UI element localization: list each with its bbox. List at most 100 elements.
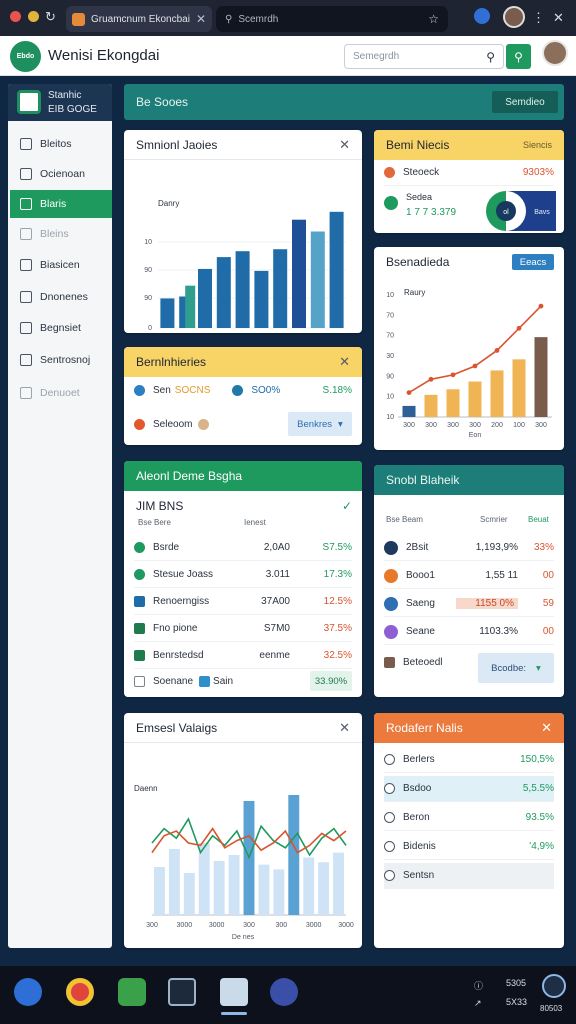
search-input[interactable]: Semegrdh ⚲ — [344, 44, 504, 69]
start-icon[interactable] — [14, 978, 42, 1006]
metric-row[interactable]: Berlers 150,5% — [384, 747, 554, 773]
section-action-button[interactable]: Semdieo — [492, 91, 558, 113]
table-row[interactable]: Fno pione S7M0 37.5% — [134, 616, 352, 642]
list-item[interactable]: Booo1 1,55 11 00 — [384, 563, 554, 589]
tray-help-icon[interactable]: ⓘ — [474, 979, 483, 992]
bar — [235, 251, 250, 328]
user-avatar[interactable] — [542, 40, 568, 66]
close-icon[interactable]: ✕ — [339, 137, 350, 153]
sidebar-item-1[interactable]: Bleitos — [10, 130, 112, 158]
bar — [310, 231, 325, 328]
tray-network-icon[interactable]: ↗ — [474, 998, 482, 1009]
table-row[interactable]: Stesue Joass 3.011 17.3% — [134, 562, 352, 588]
minimize-window-icon[interactable] — [28, 11, 39, 22]
info-icon — [134, 384, 145, 396]
app-title: Wenisi Ekongdai — [48, 47, 160, 64]
list-item[interactable]: 2Bsit 1,193,9% 33% — [384, 535, 554, 561]
y-tick-label: 10 — [386, 292, 394, 299]
list-select[interactable]: Bcodbe: ▾ — [478, 653, 554, 683]
filter-row: Sen SOCNS SO0% S.18% — [134, 377, 352, 403]
check-icon[interactable]: ✓ — [342, 499, 352, 513]
list-card: Snobl Blaheik Bse Beam Scmrier Beuat 2Bs… — [374, 465, 564, 697]
card-title: Emsesl Valaigs — [136, 720, 218, 735]
trend-point — [516, 325, 522, 331]
table-row[interactable]: Bsrde 2,0A0 S7.5% — [134, 535, 352, 561]
sidebar-item-8[interactable]: Sentrosnoj — [10, 346, 112, 374]
metric-row[interactable]: Beron 93.5% — [384, 805, 554, 831]
chart-action-button[interactable]: Eeacs — [512, 254, 554, 270]
close-window-icon[interactable] — [10, 11, 21, 22]
bar — [168, 849, 180, 915]
close-icon[interactable]: ✕ — [339, 354, 350, 370]
x-axis-label: Eon — [469, 432, 482, 439]
profile-avatar[interactable] — [503, 6, 525, 28]
sidebar-item-3[interactable]: Blaris — [10, 190, 112, 218]
extension-icon[interactable] — [474, 8, 490, 24]
column-header-value: Scmrier — [480, 515, 508, 524]
list-item-name: Seane — [406, 626, 435, 637]
bar — [333, 852, 344, 915]
search-button[interactable]: ⚲ — [506, 44, 531, 69]
close-icon[interactable]: ✕ — [541, 720, 552, 736]
filter-select[interactable]: Benkres ▾ — [288, 412, 352, 436]
metric-row[interactable]: Bsdoo 5,5.5% — [384, 776, 554, 802]
bar — [490, 370, 504, 417]
list-item[interactable]: Saeng 1155 0% 59 — [384, 591, 554, 617]
row-name: Stesue Joass — [153, 569, 214, 580]
table-row[interactable]: Benrstedsd eenme 32.5% — [134, 643, 352, 669]
metric-row[interactable]: Sentsn — [384, 863, 554, 889]
stat-row: Steoeck 9303% — [384, 160, 554, 186]
stat-value: 1 7 7 3.379 — [406, 207, 457, 218]
clock-date: 5X33 — [506, 997, 528, 1007]
sidebar-item-6[interactable]: Dnonenes — [10, 283, 112, 311]
list-item-change: 59 — [542, 598, 554, 609]
card-title: Rodaferr Nalis — [386, 721, 463, 735]
bar — [402, 405, 416, 417]
x-tick-label: 3000 — [338, 922, 354, 929]
address-bar[interactable]: ⚲ Scemrdh ☆ — [216, 6, 448, 32]
bookmark-star-icon[interactable]: ☆ — [428, 12, 439, 26]
browser-app-icon[interactable] — [66, 978, 94, 1006]
sidebar-item-7[interactable]: Begnsiet — [10, 314, 112, 342]
sidebar-item-5[interactable]: Biasicen — [10, 251, 112, 279]
area-chart-card: Emsesl Valaigs ✕ Daenn 300 3000 3000 300 300 3… — [124, 713, 362, 948]
sidebar-item-4[interactable]: Bleins — [10, 220, 112, 248]
tab-close-icon[interactable]: ✕ — [196, 12, 206, 26]
refresh-icon — [384, 783, 395, 794]
app-logo[interactable]: Ebdo — [10, 41, 41, 72]
table-row[interactable]: Renoerngiss 37A00 12.5% — [134, 589, 352, 615]
row-status-icon — [134, 650, 145, 661]
sidebar-item-9[interactable]: Denuoet — [10, 379, 112, 407]
row-name: Benrstedsd — [153, 650, 204, 661]
reload-icon[interactable]: ↻ — [45, 9, 56, 25]
metric-value: 150,5% — [520, 754, 554, 765]
metric-row[interactable]: Bidenis '4,9% — [384, 834, 554, 860]
nav-icon — [20, 322, 32, 334]
search-icon[interactable]: ⚲ — [486, 50, 495, 64]
card-title: Bsenadieda — [386, 255, 450, 269]
filter-percent: SO0% — [251, 384, 281, 396]
footer-checkbox[interactable] — [134, 675, 145, 687]
list-item[interactable]: Seane 1103.3% 00 — [384, 619, 554, 645]
metric-value: 5,5.5% — [522, 783, 554, 794]
settings-app-icon[interactable] — [270, 978, 298, 1006]
bar — [273, 249, 288, 328]
y-tick-label: 10 — [386, 414, 394, 421]
sidebar-item-2[interactable]: Ocienoan — [10, 160, 112, 188]
close-browser-icon[interactable]: ✕ — [553, 10, 564, 26]
close-icon[interactable]: ✕ — [339, 720, 350, 736]
list-item-name: Saeng — [406, 598, 435, 609]
card-header: Smnionl Jaoies ✕ — [124, 130, 362, 160]
tab-title: Gruamcnum Ekoncbai — [91, 13, 190, 25]
y-tick-label: 0 — [148, 325, 152, 332]
notification-icon[interactable] — [542, 974, 566, 998]
bar — [468, 381, 482, 417]
files-app-icon[interactable] — [118, 978, 146, 1006]
bar — [288, 795, 300, 915]
monitor-app-icon[interactable] — [168, 978, 196, 1006]
menu-icon[interactable]: ⋮ — [532, 10, 545, 26]
list-item-icon — [384, 568, 398, 583]
documents-app-icon[interactable] — [220, 978, 248, 1006]
browser-tab[interactable]: Gruamcnum Ekoncbai ✕ — [66, 6, 212, 32]
x-tick-label: 300 — [469, 422, 481, 429]
